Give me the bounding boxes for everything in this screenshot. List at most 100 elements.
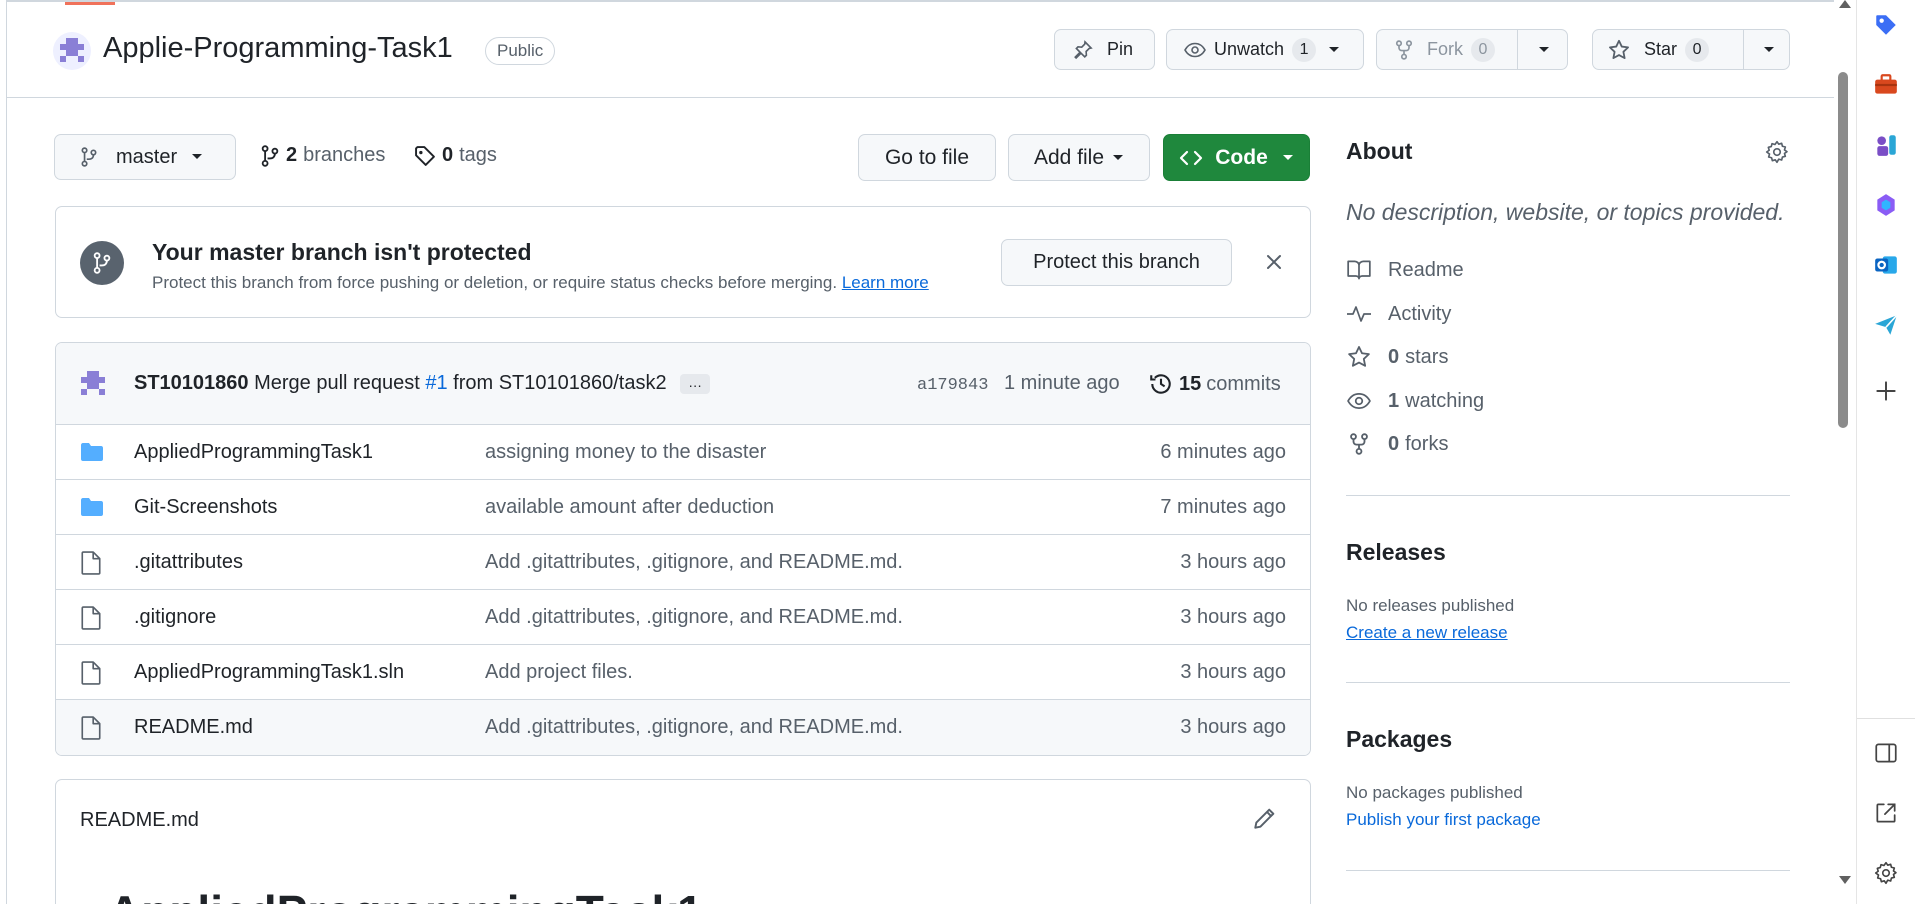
file-commit-time: 6 minutes ago	[1160, 441, 1286, 463]
branch-icon	[80, 241, 124, 285]
file-name[interactable]: .gitignore	[134, 606, 216, 629]
scroll-down-arrow[interactable]	[1839, 876, 1851, 884]
commit-message-start[interactable]: Merge pull request	[254, 372, 420, 394]
file-row[interactable]: Git-Screenshots available amount after d…	[56, 480, 1310, 535]
file-icon	[80, 716, 102, 740]
commit-message-end[interactable]: from ST10101860/task2	[453, 372, 666, 394]
branch-icon	[260, 144, 280, 167]
add-file-button[interactable]: Add file	[1008, 134, 1150, 181]
pencil-icon[interactable]	[1252, 807, 1276, 831]
packages-empty: No packages published	[1346, 783, 1523, 802]
pull-request-link[interactable]: #1	[425, 372, 447, 394]
activity-link[interactable]: Activity	[1346, 301, 1451, 327]
fork-button[interactable]: Fork 0	[1376, 29, 1568, 70]
file-table: ST10101860 Merge pull request #1 from ST…	[55, 342, 1311, 756]
unwatch-label: Unwatch	[1214, 39, 1285, 59]
file-commit-message[interactable]: Add project files.	[485, 661, 633, 684]
commit-sha[interactable]: a179843	[917, 376, 988, 395]
chevron-down-icon[interactable]	[1328, 46, 1340, 54]
page-scrollbar[interactable]	[1834, 0, 1854, 904]
commit-time: 1 minute ago	[1004, 372, 1120, 394]
file-icon	[80, 661, 102, 685]
stars-label: stars	[1405, 345, 1449, 368]
scrollbar-thumb[interactable]	[1838, 72, 1848, 428]
forks-label: forks	[1405, 432, 1449, 455]
commit-author-avatar[interactable]	[76, 367, 110, 401]
code-button[interactable]: Code	[1163, 134, 1310, 181]
go-to-file-button[interactable]: Go to file	[858, 134, 996, 181]
gear-icon[interactable]	[1764, 139, 1790, 165]
file-commit-time: 3 hours ago	[1180, 661, 1286, 683]
file-commit-time: 3 hours ago	[1180, 551, 1286, 573]
outlook-icon[interactable]	[1873, 252, 1899, 278]
send-icon[interactable]	[1873, 312, 1899, 338]
star-dropdown-icon[interactable]	[1763, 46, 1775, 54]
star-button[interactable]: Star 0	[1592, 29, 1790, 70]
protect-branch-button[interactable]: Protect this branch	[1001, 239, 1232, 286]
expand-commit-button[interactable]: …	[680, 373, 711, 394]
file-row[interactable]: .gitattributes Add .gitattributes, .giti…	[56, 535, 1310, 590]
file-name[interactable]: AppliedProgrammingTask1.sln	[134, 661, 404, 684]
readme-filename[interactable]: README.md	[80, 809, 199, 832]
branches-label: branches	[303, 144, 386, 166]
file-row[interactable]: README.md Add .gitattributes, .gitignore…	[56, 700, 1310, 755]
releases-title[interactable]: Releases	[1346, 539, 1446, 566]
file-name[interactable]: .gitattributes	[134, 551, 243, 574]
visibility-badge: Public	[485, 37, 556, 65]
branch-protection-banner: Your master branch isn't protected Prote…	[55, 206, 1311, 318]
file-icon	[80, 551, 102, 575]
divider	[1346, 682, 1790, 683]
latest-commit-row: ST10101860 Merge pull request #1 from ST…	[56, 343, 1310, 425]
branches-link[interactable]: 2 branches	[260, 144, 385, 167]
stars-link[interactable]: 0 stars	[1346, 344, 1448, 370]
file-commit-time: 3 hours ago	[1180, 716, 1286, 738]
readme-heading: AppliedProgrammingTask1	[108, 885, 703, 904]
fork-icon	[1346, 433, 1372, 455]
packages-title[interactable]: Packages	[1346, 726, 1452, 753]
file-commit-message[interactable]: available amount after deduction	[485, 496, 774, 519]
fork-dropdown-icon[interactable]	[1538, 46, 1550, 54]
external-link-icon[interactable]	[1873, 800, 1899, 826]
file-commit-message[interactable]: Add .gitattributes, .gitignore, and READ…	[485, 716, 903, 739]
commits-link[interactable]: 15 commits	[1149, 372, 1281, 396]
watching-count: 1	[1388, 389, 1400, 412]
branch-name: master	[116, 145, 178, 168]
tags-count: 0	[442, 144, 454, 166]
file-name[interactable]: Git-Screenshots	[134, 496, 277, 519]
repo-owner-avatar[interactable]	[53, 32, 91, 70]
sidebar-toggle-icon[interactable]	[1873, 740, 1899, 766]
pin-button[interactable]: Pin	[1054, 29, 1155, 70]
watching-link[interactable]: 1 watching	[1346, 388, 1484, 414]
toolbox-icon[interactable]	[1873, 72, 1899, 98]
learn-more-link[interactable]: Learn more	[842, 273, 929, 292]
browser-sidebar	[1856, 0, 1915, 904]
add-icon[interactable]	[1873, 378, 1899, 404]
games-icon[interactable]	[1873, 132, 1899, 158]
file-name[interactable]: AppliedProgrammingTask1	[134, 441, 373, 464]
file-name[interactable]: README.md	[134, 716, 253, 739]
file-row[interactable]: .gitignore Add .gitattributes, .gitignor…	[56, 590, 1310, 645]
repo-name[interactable]: Applie-Programming-Task1	[103, 32, 453, 65]
branch-select[interactable]: master	[54, 134, 236, 180]
close-icon[interactable]	[1261, 249, 1287, 275]
tag-icon	[414, 145, 436, 167]
publish-package-link[interactable]: Publish your first package	[1346, 810, 1541, 830]
file-row[interactable]: AppliedProgrammingTask1.sln Add project …	[56, 645, 1310, 700]
file-commit-message[interactable]: assigning money to the disaster	[485, 441, 766, 464]
file-row[interactable]: AppliedProgrammingTask1 assigning money …	[56, 425, 1310, 480]
commit-author[interactable]: ST10101860	[134, 372, 249, 394]
star-divider	[1743, 30, 1744, 69]
file-commit-message[interactable]: Add .gitattributes, .gitignore, and READ…	[485, 551, 903, 574]
shopping-tag-icon[interactable]	[1873, 12, 1899, 38]
unwatch-button[interactable]: Unwatch 1	[1166, 29, 1364, 70]
tags-link[interactable]: 0 tags	[414, 144, 497, 167]
settings-gear-icon[interactable]	[1873, 860, 1899, 886]
commit-message: ST10101860 Merge pull request #1 from ST…	[134, 372, 711, 395]
forks-link[interactable]: 0 forks	[1346, 431, 1448, 457]
create-release-link[interactable]: Create a new release	[1346, 623, 1508, 643]
readme-link[interactable]: Readme	[1346, 257, 1464, 283]
file-commit-message[interactable]: Add .gitattributes, .gitignore, and READ…	[485, 606, 903, 629]
chevron-down-icon	[191, 153, 203, 161]
scroll-up-arrow[interactable]	[1839, 0, 1851, 8]
copilot-icon[interactable]	[1873, 192, 1899, 218]
